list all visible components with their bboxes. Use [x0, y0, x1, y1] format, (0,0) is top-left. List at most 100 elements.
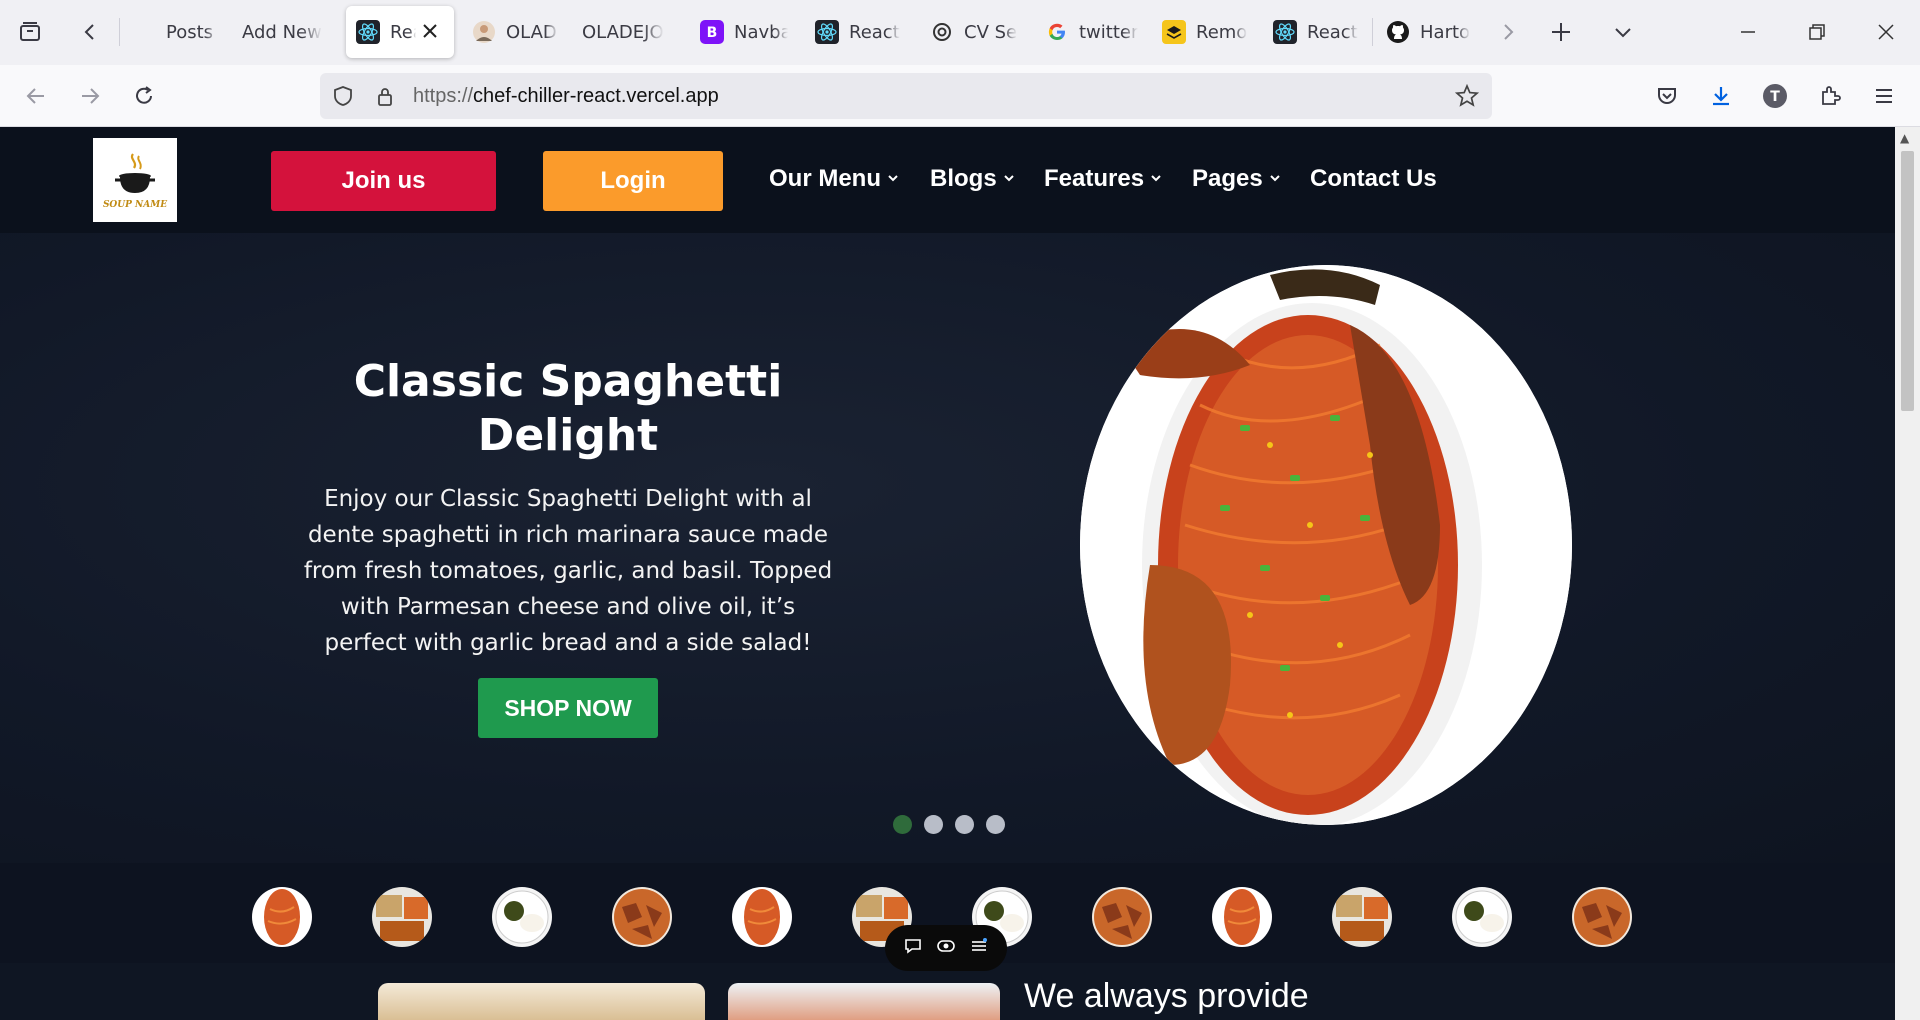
nav-menu-label: Blogs: [930, 165, 997, 192]
bootstrap-icon: B: [700, 20, 724, 44]
tab-label: Navbar: [734, 21, 788, 43]
wordpress-icon: [132, 20, 156, 44]
close-tab-icon[interactable]: [422, 20, 438, 45]
nav-menu-item[interactable]: Pages: [1192, 165, 1281, 193]
browser-nav-bar: https://chef-chiller-react.vercel.app T: [0, 65, 1920, 127]
nav-menu-item[interactable]: Blogs: [930, 165, 1015, 193]
app-menu-icon[interactable]: [1864, 76, 1904, 116]
restore-icon[interactable]: [1797, 12, 1837, 52]
react-icon: [815, 20, 839, 44]
dish-thumbnail[interactable]: [492, 887, 552, 947]
forward-icon[interactable]: [70, 76, 110, 116]
browser-tab[interactable]: React: [805, 6, 903, 58]
nav-menu-item[interactable]: Features: [1044, 165, 1162, 193]
extensions-icon[interactable]: [1810, 76, 1850, 116]
menu-list-icon[interactable]: [969, 936, 989, 961]
nav-menu-label: Our Menu: [769, 165, 881, 192]
url-protocol: https://: [413, 85, 474, 107]
react-icon: [1273, 20, 1297, 44]
carousel-dot-2[interactable]: [924, 815, 943, 834]
feature-card-2-image: [728, 983, 1000, 1020]
account-avatar-icon[interactable]: T: [1755, 76, 1795, 116]
tab-label: Harto: [1420, 21, 1471, 43]
downloads-icon[interactable]: [1701, 76, 1741, 116]
lock-icon[interactable]: [372, 83, 398, 109]
url-bar[interactable]: https://chef-chiller-react.vercel.app: [320, 73, 1492, 119]
svg-text:B: B: [707, 25, 718, 41]
tracking-shield-icon[interactable]: [330, 83, 356, 109]
scrollbar-thumb[interactable]: [1901, 151, 1914, 411]
dish-thumbnail[interactable]: [252, 887, 312, 947]
dish-thumbnail[interactable]: [1212, 887, 1272, 947]
site-header: SOUP NAME Join us Login Our Menu Blogs Fea…: [0, 127, 1895, 233]
scroll-up-arrow-icon[interactable]: ▲: [1900, 131, 1909, 145]
tab-label: Add New: [242, 21, 322, 43]
shop-now-button[interactable]: SHOP NOW: [478, 678, 658, 738]
feature-section: We always provide: [0, 963, 1895, 1020]
view-icon[interactable]: [936, 936, 956, 961]
dish-thumbnail[interactable]: [372, 887, 432, 947]
avatar-icon: [472, 20, 496, 44]
hero-description: Enjoy our Classic Spaghetti Delight with…: [303, 486, 833, 656]
tab-label: React: [849, 21, 900, 43]
tab-separator: [119, 18, 120, 46]
new-tab-icon[interactable]: [1541, 12, 1581, 52]
dish-thumbnail[interactable]: [1332, 887, 1392, 947]
close-window-icon[interactable]: [1866, 12, 1906, 52]
scroll-tabs-left-icon[interactable]: [70, 12, 110, 52]
tab-label: Posts ‹ My: [166, 21, 218, 43]
join-us-button[interactable]: Join us: [271, 151, 496, 211]
spaghetti-dish-image: [1080, 265, 1572, 825]
url-text[interactable]: https://chef-chiller-react.vercel.app: [413, 85, 719, 108]
page-scrollbar[interactable]: ▲: [1895, 127, 1920, 1020]
login-button[interactable]: Login: [543, 151, 723, 211]
chevron-down-icon: [887, 171, 899, 187]
browser-tab[interactable]: Add New: [232, 6, 336, 58]
dish-thumbnail[interactable]: [1452, 887, 1512, 947]
browser-tab[interactable]: twitter: [1035, 6, 1139, 58]
section-heading: We always provide: [1024, 977, 1309, 1015]
nav-menu-item[interactable]: Contact Us: [1310, 165, 1437, 193]
url-host: chef-chiller-react.vercel.app: [473, 85, 719, 107]
github-icon: [1386, 20, 1410, 44]
dish-thumbnail[interactable]: [1572, 887, 1632, 947]
browser-tab[interactable]: Posts ‹ My: [122, 6, 218, 58]
carousel-dot-1[interactable]: [893, 815, 912, 834]
soup-pot-icon: [115, 153, 155, 193]
site-logo[interactable]: SOUP NAME: [93, 138, 177, 222]
browser-tab[interactable]: Harto: [1376, 6, 1476, 58]
browser-tab[interactable]: React: [1263, 6, 1361, 58]
tab-separator: [1372, 18, 1373, 46]
carousel-indicators: [893, 815, 1005, 834]
web-page: SOUP NAME Join us Login Our Menu Blogs Fea…: [0, 127, 1895, 1020]
nav-menu-item[interactable]: Our Menu: [769, 165, 899, 193]
nav-menu-label: Pages: [1192, 165, 1263, 192]
dish-thumbnail[interactable]: [1092, 887, 1152, 947]
hero-title: Classic Spaghetti Delight: [353, 356, 783, 461]
minimize-icon[interactable]: [1728, 12, 1768, 52]
carousel-dot-4[interactable]: [986, 815, 1005, 834]
browser-tab[interactable]: React: [346, 6, 454, 58]
browser-tab-strip: Posts ‹ My Add New React OLADEJO OLADEJO B Nav…: [0, 0, 1920, 65]
browser-tab[interactable]: OLADEJO: [462, 6, 558, 58]
reload-icon[interactable]: [124, 76, 164, 116]
google-icon: [1045, 20, 1069, 44]
openai-icon: [930, 20, 954, 44]
tab-overview-icon[interactable]: [10, 12, 50, 52]
browser-tab[interactable]: B Navbar: [690, 6, 788, 58]
list-all-tabs-icon[interactable]: [1603, 12, 1643, 52]
tab-label: Remo: [1196, 21, 1248, 43]
carousel-dot-3[interactable]: [955, 815, 974, 834]
chevron-down-icon: [1269, 171, 1281, 187]
browser-tab[interactable]: CV Se: [920, 6, 1020, 58]
dish-thumbnail[interactable]: [612, 887, 672, 947]
browser-tab[interactable]: OLADEJO: [572, 6, 670, 58]
scroll-tabs-right-icon[interactable]: [1488, 12, 1528, 52]
browser-tab[interactable]: Remo: [1152, 6, 1250, 58]
back-icon[interactable]: [16, 76, 56, 116]
comment-icon[interactable]: [903, 936, 923, 961]
dish-thumbnail[interactable]: [732, 887, 792, 947]
pocket-icon[interactable]: [1647, 76, 1687, 116]
bookmark-star-icon[interactable]: [1454, 83, 1480, 109]
svg-text:T: T: [1770, 89, 1780, 105]
